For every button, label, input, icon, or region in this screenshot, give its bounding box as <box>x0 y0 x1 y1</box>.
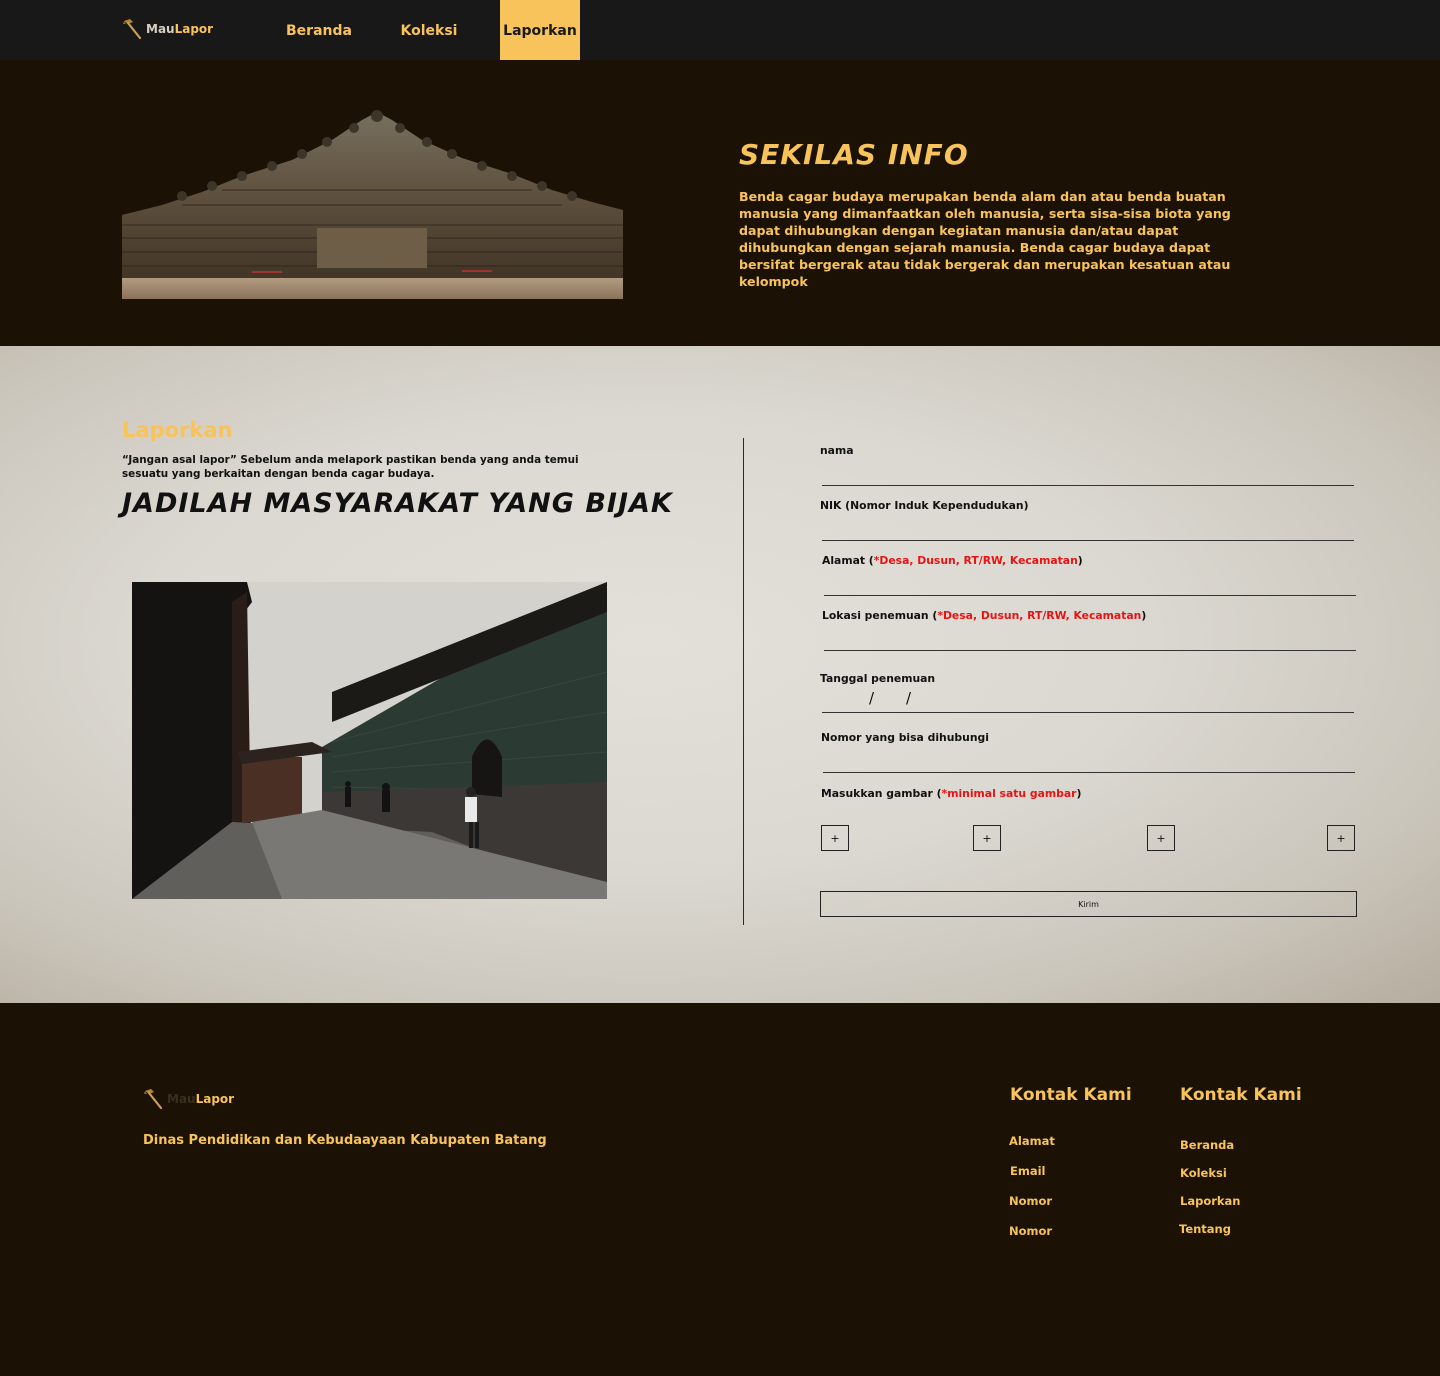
nik-label: NIK (Nomor Induk Kependudukan) <box>820 499 1029 512</box>
nav-laporkan[interactable]: Laporkan <box>500 0 580 62</box>
hero-description: Benda cagar budaya merupakan benda alam … <box>739 189 1231 289</box>
nama-input[interactable] <box>822 466 1354 486</box>
footer-brand-mau: Mau <box>167 1092 196 1106</box>
footer-brand-lapor: Lapor <box>195 1092 235 1106</box>
upload-image-button[interactable]: + <box>1147 825 1175 851</box>
tanggal-input[interactable] <box>822 693 1354 713</box>
report-quote: “Jangan asal lapor” Sebelum anda melapor… <box>122 454 579 480</box>
hero-section: SEKILAS INFO Benda cagar budaya merupaka… <box>0 60 1440 346</box>
footer-link-tentang[interactable]: Tentang <box>1179 1222 1231 1236</box>
report-slogan: JADILAH MASYARAKAT YANG BIJAK <box>122 488 673 519</box>
submit-button[interactable]: Kirim <box>820 891 1357 917</box>
footer-brand[interactable]: MauLapor <box>143 1087 234 1111</box>
nama-label: nama <box>820 444 854 457</box>
footer-contact-alamat[interactable]: Alamat <box>1009 1134 1055 1148</box>
footer-link-beranda[interactable]: Beranda <box>1180 1138 1234 1152</box>
footer-link-laporkan[interactable]: Laporkan <box>1180 1194 1241 1208</box>
footer-organization: Dinas Pendidikan dan Kebudaayaan Kabupat… <box>143 1133 547 1148</box>
footer-contact-nomor[interactable]: Nomor <box>1009 1224 1052 1238</box>
gambar-required-note: *minimal satu gambar <box>941 787 1077 800</box>
hero-title: SEKILAS INFO <box>739 138 969 171</box>
footer-contact-email[interactable]: Email <box>1010 1164 1045 1178</box>
brand-lapor: Lapor <box>174 22 214 36</box>
navbar: MauLapor Beranda Koleksi Laporkan <box>0 0 1440 62</box>
brand-mau: Mau <box>146 22 175 36</box>
nomor-label: Nomor yang bisa dihubungi <box>821 731 989 744</box>
section-divider <box>743 438 744 925</box>
lokasi-label: Lokasi penemuan (*Desa, Dusun, RT/RW, Ke… <box>822 609 1147 622</box>
alamat-label: Alamat (*Desa, Dusun, RT/RW, Kecamatan) <box>822 554 1083 567</box>
upload-image-button[interactable]: + <box>821 825 849 851</box>
brand-logo[interactable]: MauLapor <box>122 17 213 41</box>
footer-contact-nomor[interactable]: Nomor <box>1009 1194 1052 1208</box>
nav-beranda[interactable]: Beranda <box>286 0 352 62</box>
upload-image-button[interactable]: + <box>1327 825 1355 851</box>
upload-image-button[interactable]: + <box>973 825 1001 851</box>
footer-nav-title: Kontak Kami <box>1180 1085 1302 1105</box>
footer: MauLapor Dinas Pendidikan dan Kebudaayaa… <box>0 1003 1440 1376</box>
pickaxe-icon <box>123 19 142 40</box>
nav-koleksi[interactable]: Koleksi <box>398 0 460 62</box>
alamat-required-note: *Desa, Dusun, RT/RW, Kecamatan <box>873 554 1078 567</box>
lokasi-input[interactable] <box>824 631 1356 651</box>
tanggal-label: Tanggal penemuan <box>820 672 936 685</box>
nomor-input[interactable] <box>823 753 1355 773</box>
footer-link-koleksi[interactable]: Koleksi <box>1180 1166 1227 1180</box>
date-separator: / <box>869 689 875 707</box>
gambar-label: Masukkan gambar (*minimal satu gambar) <box>821 787 1082 800</box>
lokasi-required-note: *Desa, Dusun, RT/RW, Kecamatan <box>937 609 1142 622</box>
temple-street-photo <box>132 582 607 899</box>
nik-input[interactable] <box>822 521 1354 541</box>
pickaxe-icon <box>144 1089 163 1110</box>
temple-image <box>122 110 623 299</box>
date-separator: / <box>906 689 912 707</box>
report-title: Laporkan <box>122 418 233 442</box>
alamat-input[interactable] <box>824 576 1356 596</box>
footer-contact-title: Kontak Kami <box>1010 1085 1132 1105</box>
